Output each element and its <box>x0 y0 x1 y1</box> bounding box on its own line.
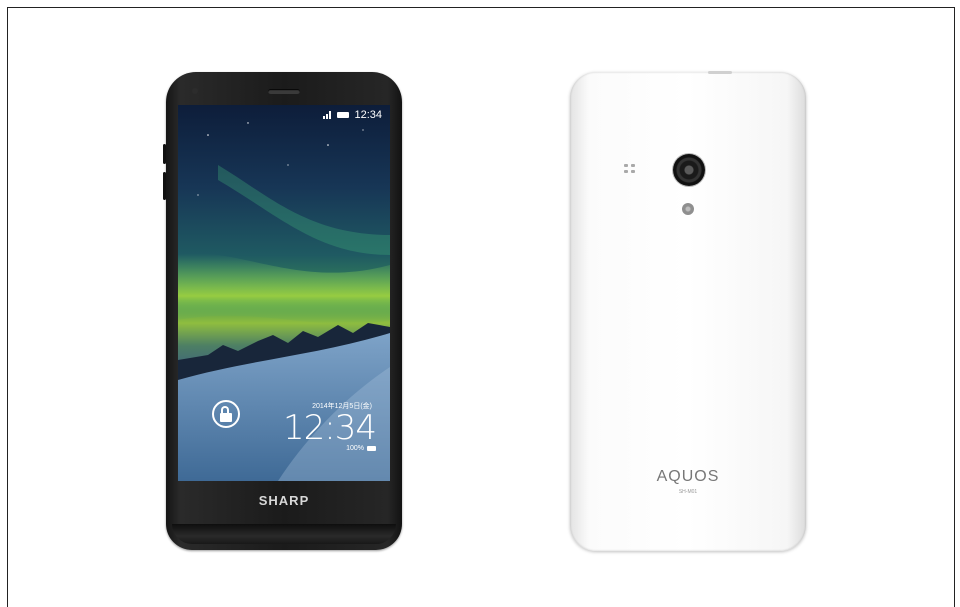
power-button <box>163 172 166 200</box>
signal-icon <box>323 111 332 119</box>
battery-small-icon <box>367 446 376 451</box>
flash-icon <box>682 203 694 215</box>
aquos-logo: AQUOS <box>656 468 720 485</box>
brand-logo: SHARP <box>258 493 310 508</box>
phone-back: AQUOS SH-M01 <box>570 71 806 551</box>
sensor-dots-icon <box>624 164 640 176</box>
battery-icon <box>337 112 350 118</box>
battery-status: 100% <box>346 445 376 452</box>
volume-button <box>163 144 166 164</box>
top-port <box>708 71 732 74</box>
status-bar: 12:34 <box>323 109 382 121</box>
unlock-icon[interactable] <box>212 400 240 428</box>
lock-screen: 12:34 2014年12月5日(金) 12:34 100% <box>178 105 390 481</box>
camera-lens-icon <box>673 154 705 186</box>
phone-front: 12:34 2014年12月5日(金) 12:34 100% SHARP <box>163 72 402 550</box>
phone-chin <box>172 524 396 544</box>
front-sensor <box>192 88 198 94</box>
status-time: 12:34 <box>354 109 382 121</box>
earpiece-speaker <box>268 89 300 94</box>
lock-clock: 12:34 <box>283 408 377 448</box>
image-frame <box>7 7 955 607</box>
battery-percent: 100% <box>346 445 364 452</box>
model-label: SH-M01 <box>678 489 698 495</box>
